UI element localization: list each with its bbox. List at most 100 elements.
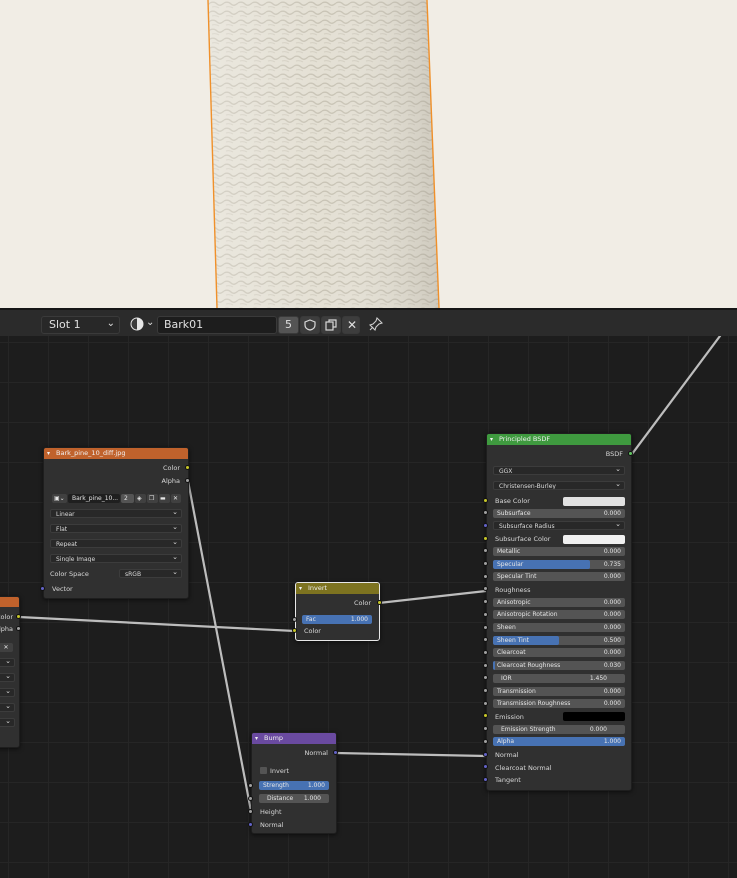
fake-user-button[interactable]: [300, 316, 320, 334]
bsdf-input-specular-value: 0.735: [603, 560, 621, 568]
bsdf-input-base-color-swatch[interactable]: [563, 496, 625, 506]
bsdf-node-header[interactable]: Principled BSDF: [487, 434, 631, 445]
image-duplicate-button[interactable]: ❐: [147, 494, 158, 503]
bsdf-input-ior-slider[interactable]: IOR 1.450: [493, 673, 625, 683]
image-color-socket[interactable]: [185, 465, 190, 470]
principled-bsdf-node[interactable]: Principled BSDF BSDF GGX Christensen-Bur…: [486, 433, 632, 791]
duplicate-material-button[interactable]: [321, 316, 341, 334]
bsdf-input-sheen-slider[interactable]: Sheen 0.000: [493, 623, 625, 632]
bsdf-input-anisotropic-rotation-socket[interactable]: [483, 611, 488, 617]
bump-node[interactable]: Bump Normal Invert Strength 1.000 Distan…: [251, 732, 337, 834]
bsdf-input-alpha-socket[interactable]: [483, 738, 488, 744]
bsdf-input-specular-tint-socket[interactable]: [483, 573, 488, 579]
bsdf-input-sheen-tint-slider[interactable]: Sheen Tint 0.500: [493, 635, 625, 645]
folder-icon: ▬: [160, 495, 166, 502]
invert-fac-slider[interactable]: Fac 1.000: [302, 615, 372, 624]
image-alpha-socket[interactable]: [185, 478, 190, 483]
material-name-field[interactable]: Bark01: [157, 316, 277, 334]
bsdf-input-clearcoat-roughness-slider[interactable]: Clearcoat Roughness 0.030: [493, 661, 625, 671]
bark-trunk-mesh[interactable]: [207, 0, 440, 308]
bsdf-input-base-color-socket[interactable]: [483, 497, 488, 503]
color-space-dropdown[interactable]: sRGB: [119, 569, 182, 578]
invert-node-title: Invert: [308, 584, 328, 592]
partial-dropdown-5[interactable]: [0, 718, 15, 727]
link-partial-color-to-invert-color: [17, 615, 297, 633]
bump-height-socket[interactable]: [248, 809, 253, 814]
close-icon: ✕: [347, 318, 358, 332]
bump-invert-checkbox[interactable]: [260, 767, 267, 774]
bsdf-input-subsurface-color-socket[interactable]: [483, 535, 488, 541]
image-icon: ▣⌄: [54, 495, 65, 502]
shader-node-editor[interactable]: Color Alpha ✕ Bark_pine_10_diff.jpg Colo…: [0, 336, 737, 878]
bump-node-title: Bump: [264, 734, 284, 742]
image-fake-user-button[interactable]: ◈: [135, 494, 146, 503]
partial-close-button[interactable]: ✕: [0, 643, 13, 652]
bsdf-input-clearcoat-slider[interactable]: Clearcoat 0.000: [493, 648, 625, 658]
user-count[interactable]: 5: [278, 316, 299, 334]
bsdf-input-transmission-roughness-socket[interactable]: [483, 700, 488, 706]
image-vector-socket[interactable]: [40, 586, 45, 591]
bsdf-input-transmission-socket[interactable]: [483, 688, 488, 693]
image-unlink-button[interactable]: ✕: [171, 494, 181, 503]
bump-output-socket[interactable]: [333, 750, 338, 755]
partial-color-socket[interactable]: [16, 614, 21, 619]
image-node-header[interactable]: Bark_pine_10_diff.jpg: [44, 448, 188, 459]
invert-node[interactable]: Invert Color Fac 1.000 Color: [295, 582, 380, 641]
material-browse-button[interactable]: ⌄: [127, 316, 156, 334]
bsdf-input-normal-socket[interactable]: [483, 751, 488, 757]
interpolation-dropdown[interactable]: Linear: [50, 509, 182, 518]
bump-node-header[interactable]: Bump: [252, 733, 336, 744]
bsdf-input-metallic-slider[interactable]: Metallic 0.000: [493, 546, 625, 556]
partial-alpha-socket[interactable]: [16, 626, 21, 631]
bsdf-input-emission-strength-slider[interactable]: Emission Strength 0.000: [493, 724, 625, 734]
image-open-button[interactable]: ▬: [159, 494, 170, 503]
bsdf-input-sheen-socket[interactable]: [483, 624, 488, 630]
bsdf-input-tangent-socket[interactable]: [483, 776, 488, 782]
unlink-material-button[interactable]: ✕: [342, 316, 360, 334]
partial-dropdown-1[interactable]: [0, 658, 15, 667]
bump-distance-socket[interactable]: [248, 796, 253, 801]
source-dropdown[interactable]: Single Image: [50, 554, 182, 563]
bsdf-input-anisotropic-slider[interactable]: Anisotropic 0.000: [493, 597, 625, 607]
bsdf-input-transmission-roughness-slider[interactable]: Transmission Roughness 0.000: [493, 699, 625, 709]
partial-dropdown-4[interactable]: [0, 703, 15, 712]
invert-fac-socket[interactable]: [292, 617, 297, 622]
invert-node-header[interactable]: Invert: [296, 583, 379, 594]
invert-output-socket[interactable]: [377, 600, 382, 605]
bsdf-input-subsurface-color-swatch[interactable]: [563, 534, 625, 544]
bump-distance-field[interactable]: Distance 1.000: [259, 794, 329, 803]
bsdf-output-socket[interactable]: [628, 451, 633, 456]
bsdf-input-transmission-slider[interactable]: Transmission 0.000: [493, 686, 625, 696]
chevron-down-icon: ⌄: [146, 317, 155, 328]
bsdf-input-specular-socket[interactable]: [483, 561, 488, 566]
bsdf-input-anisotropic-rotation-slider[interactable]: Anisotropic Rotation 0.000: [493, 610, 625, 620]
slot-dropdown[interactable]: Slot 1 ⌄: [41, 316, 120, 334]
partial-dropdown-3[interactable]: [0, 688, 15, 697]
image-browse-button[interactable]: ▣⌄: [52, 494, 67, 503]
link-invert-color-to-roughness: [377, 589, 488, 605]
distribution-dropdown[interactable]: GGX: [493, 466, 625, 475]
bsdf-input-subsurface-radius-dropdown[interactable]: Subsurface Radius: [493, 521, 625, 531]
bsdf-input-specular-slider[interactable]: Specular 0.735: [493, 559, 625, 569]
bsdf-input-subsurface-radius-socket[interactable]: [483, 522, 488, 528]
bump-strength-slider[interactable]: Strength 1.000: [259, 781, 329, 790]
3d-viewport[interactable]: [0, 0, 737, 308]
bsdf-input-subsurface-slider[interactable]: Subsurface 0.000: [493, 508, 625, 518]
invert-color-socket[interactable]: [292, 628, 297, 633]
bump-normal-socket[interactable]: [248, 822, 253, 827]
bsdf-input-alpha-slider[interactable]: Alpha 1.000: [493, 737, 625, 747]
bsdf-input-emission-swatch[interactable]: [563, 712, 625, 722]
bump-strength-socket[interactable]: [248, 783, 253, 788]
image-texture-node[interactable]: Bark_pine_10_diff.jpg Color Alpha ▣⌄ Bar…: [43, 447, 189, 599]
pin-button[interactable]: [366, 316, 386, 334]
bsdf-input-transmission-value: 0.000: [603, 687, 621, 695]
projection-dropdown[interactable]: Flat: [50, 524, 182, 533]
bsdf-input-clearcoat-roughness-socket[interactable]: [483, 662, 488, 668]
extension-dropdown[interactable]: Repeat: [50, 539, 182, 548]
image-name-field[interactable]: Bark_pine_10...: [68, 494, 120, 503]
image-user-count[interactable]: 2: [121, 494, 134, 503]
bsdf-input-specular-tint-slider[interactable]: Specular Tint 0.000: [493, 572, 625, 582]
bsdf-input-clearcoat-socket[interactable]: [483, 649, 488, 655]
partial-dropdown-2[interactable]: [0, 673, 15, 682]
subsurface-method-dropdown[interactable]: Christensen-Burley: [493, 481, 625, 490]
